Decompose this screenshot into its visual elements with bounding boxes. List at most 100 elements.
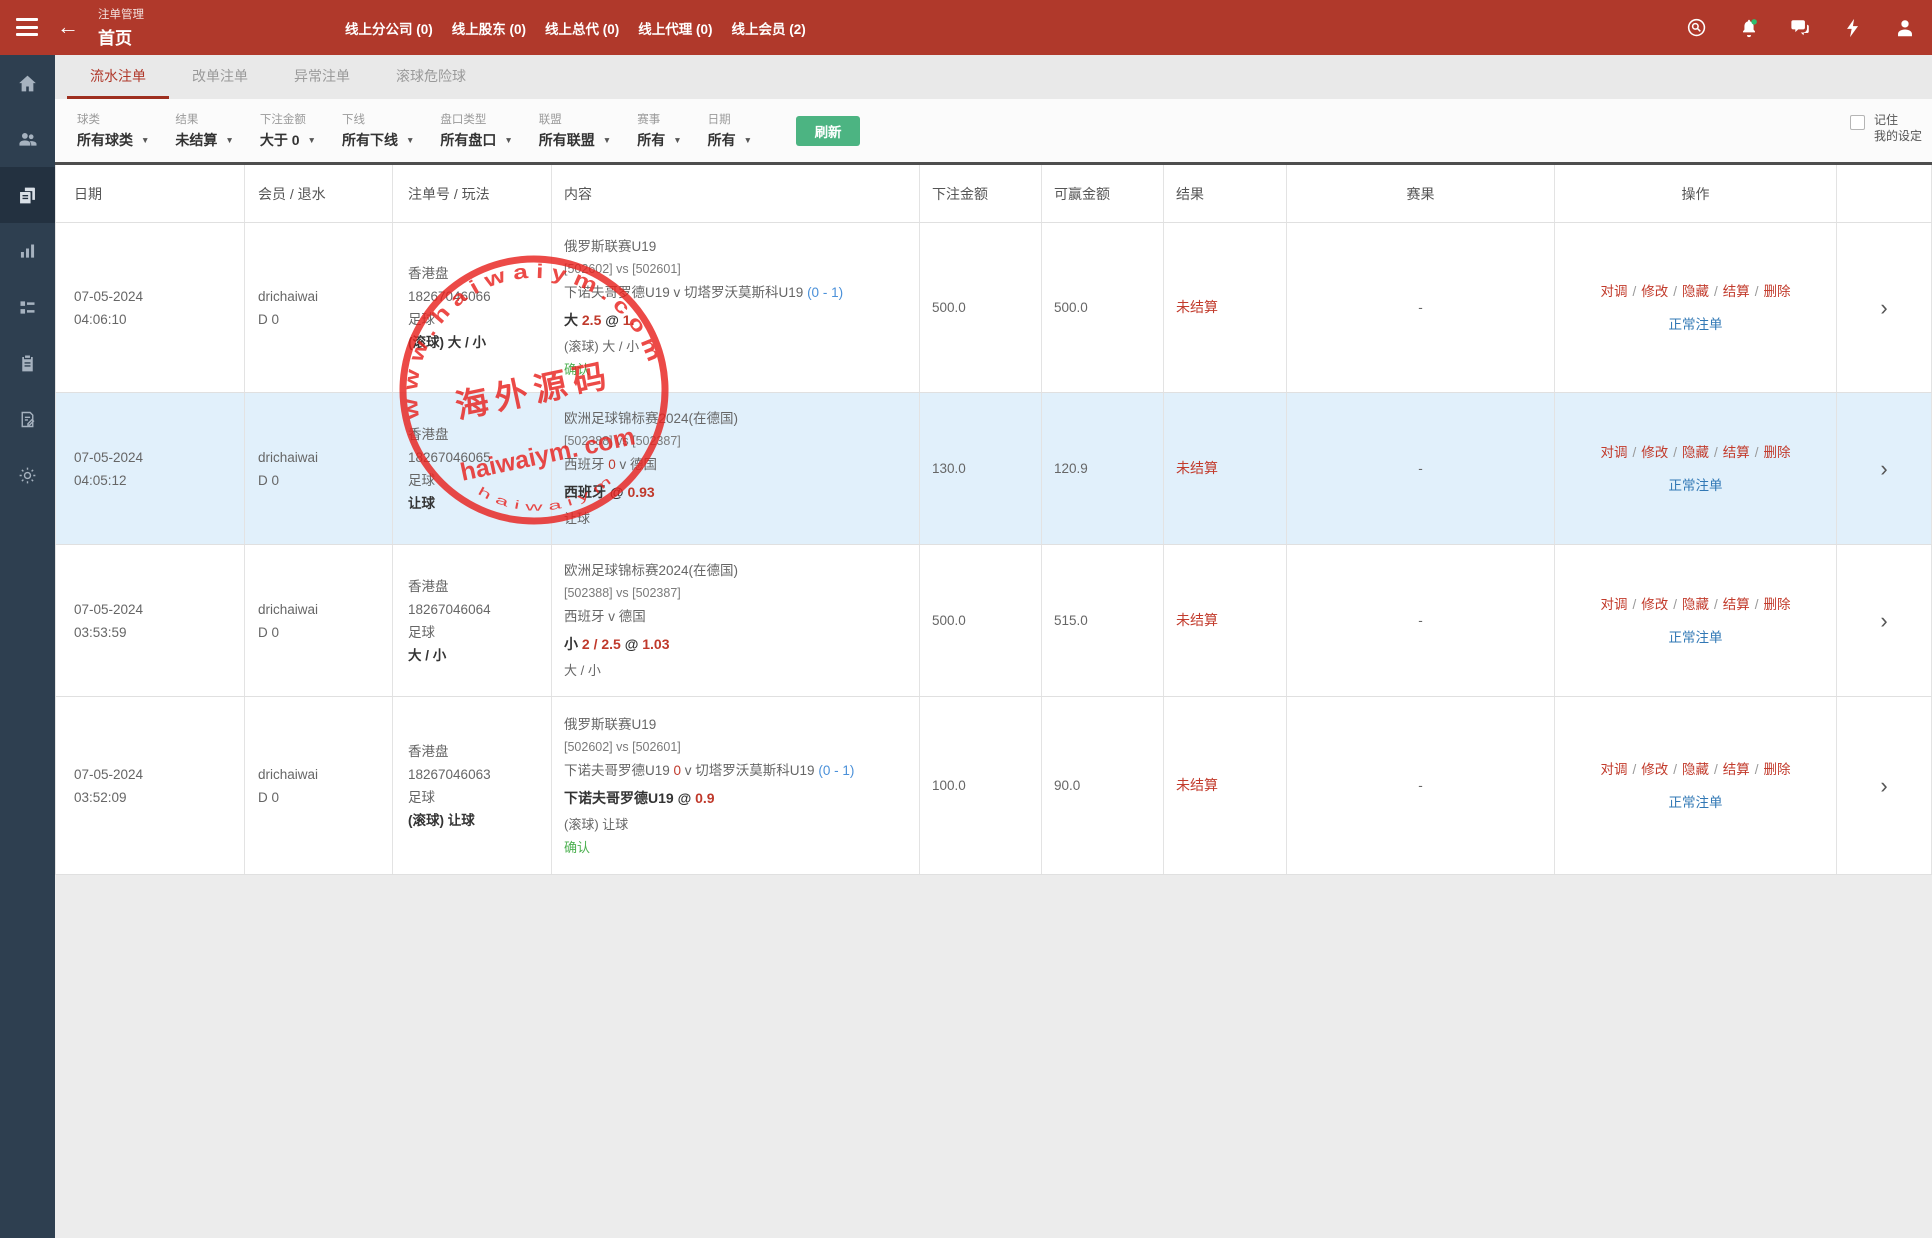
op-swap-link[interactable]: 对调: [1600, 597, 1627, 612]
filter-bet-amount-select[interactable]: 大于 0▼: [260, 130, 316, 150]
filter-event-select[interactable]: 所有▼: [637, 130, 681, 150]
league-name: 欧洲足球锦标赛2024(在德国): [564, 559, 911, 582]
filter-date: 日期 所有▼: [708, 111, 752, 150]
normal-order-link[interactable]: 正常注单: [1669, 791, 1723, 814]
sidebar-item-records[interactable]: [0, 335, 55, 391]
op-separator: /: [1714, 597, 1718, 612]
op-delete-link[interactable]: 删除: [1764, 284, 1791, 299]
filter-date-select[interactable]: 所有▼: [708, 130, 752, 150]
header-icons: [1686, 0, 1916, 55]
filter-bar: 球类 所有球类▼ 结果 未结算▼ 下注金额 大于 0▼ 下线 所有下线▼ 盘口类…: [55, 99, 1932, 162]
filter-result-select[interactable]: 未结算▼: [175, 130, 233, 150]
nav-online-shareholder[interactable]: 线上股东 (0): [452, 18, 526, 38]
match-ids: [502602] vs [502601]: [564, 258, 911, 281]
op-edit-link[interactable]: 修改: [1641, 445, 1668, 460]
remember-settings: 记住 我的设定: [1850, 112, 1922, 144]
cell-date: 07-05-2024 04:06:10: [55, 223, 245, 392]
caret-down-icon: ▼: [141, 135, 149, 145]
filter-downline-select[interactable]: 所有下线▼: [342, 130, 414, 150]
table-row: 07-05-2024 03:53:59 drichaiwai D 0 香港盘 1…: [55, 545, 1932, 697]
cell-member: drichaiwai D 0: [245, 223, 393, 392]
notifications-bell-icon[interactable]: [1738, 17, 1760, 39]
op-edit-link[interactable]: 修改: [1641, 762, 1668, 777]
remember-checkbox[interactable]: [1850, 115, 1865, 130]
cell-match-result: -: [1287, 545, 1555, 696]
remember-label: 记住 我的设定: [1874, 112, 1922, 144]
op-swap-link[interactable]: 对调: [1600, 284, 1627, 299]
tab-abnormal-orders[interactable]: 异常注单: [271, 55, 373, 99]
messages-icon[interactable]: [1790, 17, 1812, 39]
op-settle-link[interactable]: 结算: [1723, 284, 1750, 299]
filter-label: 下线: [342, 111, 414, 127]
row-expand-chevron[interactable]: ›: [1880, 775, 1887, 797]
tab-live-danger-ball[interactable]: 滚球危险球: [373, 55, 489, 99]
nav-online-master-agent[interactable]: 线上总代 (0): [545, 18, 619, 38]
filter-league-select[interactable]: 所有联盟▼: [539, 130, 611, 150]
cell-actions: 对调/修改/隐藏/结算/删除 正常注单: [1555, 223, 1837, 392]
op-settle-link[interactable]: 结算: [1723, 445, 1750, 460]
row-expand-chevron[interactable]: ›: [1880, 297, 1887, 319]
filter-ball-type-select[interactable]: 所有球类▼: [77, 130, 149, 150]
col-header-bet-no: 注单号 / 玩法: [393, 165, 552, 222]
op-hide-link[interactable]: 隐藏: [1682, 597, 1709, 612]
op-edit-link[interactable]: 修改: [1641, 284, 1668, 299]
op-hide-link[interactable]: 隐藏: [1682, 284, 1709, 299]
op-delete-link[interactable]: 删除: [1764, 445, 1791, 460]
sidebar-item-menu[interactable]: [0, 279, 55, 335]
filter-label: 盘口类型: [440, 111, 512, 127]
tab-running-orders[interactable]: 流水注单: [67, 55, 169, 99]
search-icon[interactable]: [1686, 17, 1708, 39]
normal-order-link[interactable]: 正常注单: [1669, 474, 1723, 497]
match-line: 下诺夫哥罗德U19 0 v 切塔罗沃莫斯科U19 (0 - 1): [564, 759, 911, 782]
bet-type: 大 / 小: [564, 659, 911, 682]
back-arrow-icon[interactable]: ←: [57, 13, 79, 41]
score-link[interactable]: (0 - 1): [818, 763, 854, 778]
documents-icon: [17, 185, 38, 206]
confirm-link[interactable]: 确认: [564, 840, 590, 855]
op-separator: /: [1714, 284, 1718, 299]
nav-online-member[interactable]: 线上会员 (2): [732, 18, 806, 38]
list-grid-icon: [17, 297, 38, 318]
sidebar-item-reports[interactable]: [0, 223, 55, 279]
hamburger-menu-icon[interactable]: [16, 18, 38, 36]
col-header-date: 日期: [55, 165, 245, 222]
sidebar-item-settings[interactable]: [0, 447, 55, 503]
op-swap-link[interactable]: 对调: [1600, 445, 1627, 460]
filter-ball-type: 球类 所有球类▼: [77, 111, 149, 150]
filter-market-type-select[interactable]: 所有盘口▼: [440, 130, 512, 150]
op-settle-link[interactable]: 结算: [1723, 597, 1750, 612]
sidebar-item-logs[interactable]: [0, 391, 55, 447]
bet-type: (滚球) 让球: [564, 813, 911, 836]
profile-user-icon[interactable]: [1894, 17, 1916, 39]
op-settle-link[interactable]: 结算: [1723, 762, 1750, 777]
op-hide-link[interactable]: 隐藏: [1682, 762, 1709, 777]
quick-actions-bolt-icon[interactable]: [1842, 17, 1864, 39]
page-title: 首页: [98, 24, 144, 49]
sidebar-item-orders[interactable]: [0, 167, 55, 223]
op-edit-link[interactable]: 修改: [1641, 597, 1668, 612]
op-delete-link[interactable]: 删除: [1764, 762, 1791, 777]
sidebar-item-home[interactable]: [0, 55, 55, 111]
tab-changed-orders[interactable]: 改单注单: [169, 55, 271, 99]
cell-match-result: -: [1287, 223, 1555, 392]
table-row: 07-05-2024 04:05:12 drichaiwai D 0 香港盘 1…: [55, 393, 1932, 545]
nav-online-branch[interactable]: 线上分公司 (0): [345, 18, 433, 38]
row-expand-chevron[interactable]: ›: [1880, 458, 1887, 480]
top-header: ← 注单管理 首页 线上分公司 (0) 线上股东 (0) 线上总代 (0) 线上…: [0, 0, 1932, 55]
op-separator: /: [1755, 284, 1759, 299]
op-hide-link[interactable]: 隐藏: [1682, 445, 1709, 460]
left-sidebar: [0, 55, 55, 1238]
refresh-button[interactable]: 刷新: [796, 116, 860, 146]
normal-order-link[interactable]: 正常注单: [1669, 313, 1723, 336]
notification-badge-dot: [1751, 19, 1757, 25]
normal-order-link[interactable]: 正常注单: [1669, 626, 1723, 649]
sidebar-item-members[interactable]: [0, 111, 55, 167]
row-expand-chevron[interactable]: ›: [1880, 610, 1887, 632]
score-link[interactable]: (0 - 1): [807, 285, 843, 300]
confirm-link[interactable]: 确认: [564, 362, 590, 377]
op-swap-link[interactable]: 对调: [1600, 762, 1627, 777]
op-delete-link[interactable]: 删除: [1764, 597, 1791, 612]
league-name: 俄罗斯联赛U19: [564, 713, 911, 736]
nav-online-agent[interactable]: 线上代理 (0): [638, 18, 712, 38]
op-separator: /: [1673, 762, 1677, 777]
